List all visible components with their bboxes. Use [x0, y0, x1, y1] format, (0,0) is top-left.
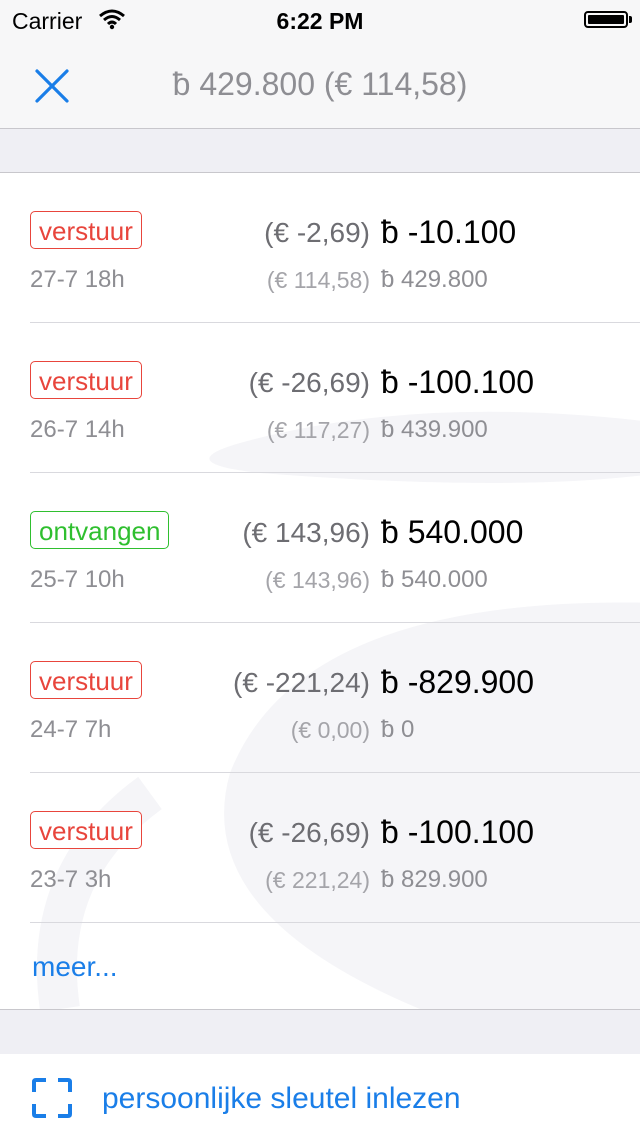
battery-tip: [629, 16, 632, 23]
type-badge-send: verstuur: [30, 361, 142, 399]
balance-title: ƀ 429.800 (€ 114,58): [172, 66, 468, 102]
btc-amount: ƀ -10.100: [381, 214, 517, 250]
scan-private-key-button[interactable]: persoonlijke sleutel inlezen: [0, 1054, 640, 1136]
clock: 6:22 PM: [276, 8, 364, 34]
btc-balance: ƀ 540.000: [381, 566, 488, 593]
transaction-date: 27-7 18h: [30, 266, 125, 293]
transaction-row[interactable]: verstuur (€ -26,69) ƀ -100.100 23-7 3h (…: [0, 773, 640, 923]
scan-frame-icon: [32, 1078, 72, 1118]
btc-amount: ƀ -100.100: [381, 364, 535, 400]
eur-amount: (€ -26,69): [248, 817, 370, 848]
eur-balance: (€ 0,00): [290, 717, 370, 743]
btc-balance: ƀ 829.900: [381, 866, 488, 893]
type-badge-send: verstuur: [30, 811, 142, 849]
transaction-list: verstuur (€ -2,69) ƀ -10.100 27-7 18h (€…: [0, 173, 640, 1009]
eur-amount: (€ -221,24): [233, 667, 370, 698]
btc-balance: ƀ 429.800: [381, 266, 488, 293]
section-spacer: [0, 1009, 640, 1055]
btc-balance: ƀ 0: [381, 716, 415, 743]
scan-label: persoonlijke sleutel inlezen: [102, 1082, 461, 1115]
transaction-date: 25-7 10h: [30, 566, 125, 593]
transaction-row[interactable]: verstuur (€ -221,24) ƀ -829.900 24-7 7h …: [0, 623, 640, 773]
eur-balance: (€ 114,58): [266, 267, 370, 293]
transaction-row[interactable]: ontvangen (€ 143,96) ƀ 540.000 25-7 10h …: [0, 473, 640, 623]
eur-balance: (€ 117,27): [266, 417, 370, 443]
eur-balance: (€ 143,96): [265, 567, 370, 593]
btc-amount: ƀ -829.900: [381, 664, 535, 700]
transaction-date: 26-7 14h: [30, 416, 125, 443]
transaction-row[interactable]: verstuur (€ -2,69) ƀ -10.100 27-7 18h (€…: [0, 173, 640, 323]
type-badge-receive: ontvangen: [30, 511, 170, 549]
btc-balance: ƀ 439.900: [381, 416, 488, 443]
eur-amount: (€ -26,69): [248, 367, 370, 398]
type-badge-send: verstuur: [30, 211, 142, 249]
battery-icon: [584, 11, 628, 28]
row-divider: [30, 922, 640, 923]
eur-amount: (€ -2,69): [264, 217, 370, 248]
transaction-date: 23-7 3h: [30, 866, 112, 893]
navigation-bar: ƀ 429.800 (€ 114,58): [0, 40, 640, 129]
section-spacer: [0, 129, 640, 173]
more-link[interactable]: meer...: [32, 951, 118, 983]
transaction-date: 24-7 7h: [30, 716, 112, 743]
transaction-row[interactable]: verstuur (€ -26,69) ƀ -100.100 26-7 14h …: [0, 323, 640, 473]
status-bar: Carrier 6:22 PM: [0, 0, 640, 40]
eur-balance: (€ 221,24): [265, 867, 370, 893]
type-badge-send: verstuur: [30, 661, 142, 699]
eur-amount: (€ 143,96): [242, 517, 370, 548]
btc-amount: ƀ -100.100: [381, 814, 535, 850]
btc-amount: ƀ 540.000: [381, 514, 524, 550]
